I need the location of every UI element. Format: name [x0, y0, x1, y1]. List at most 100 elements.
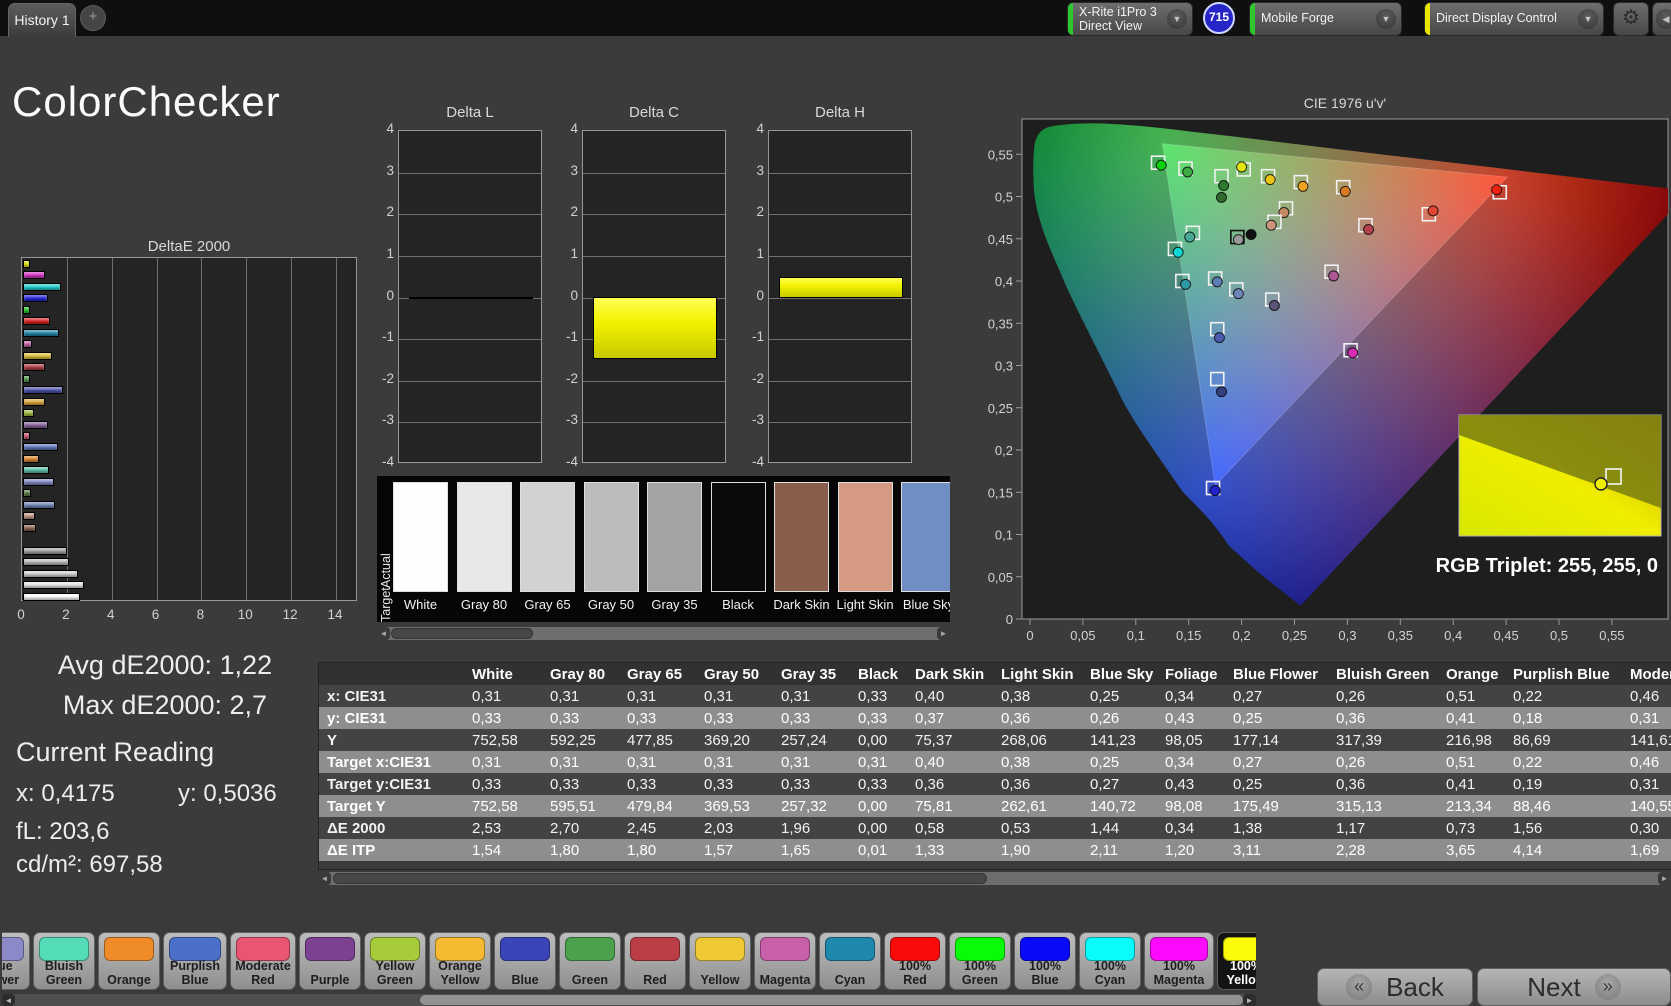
pattern-swatch — [500, 937, 550, 961]
x-tick-label: 4 — [106, 607, 115, 622]
next-button[interactable]: Next » — [1477, 968, 1671, 1006]
measurements-grid: White Gray 80 Gray 65 Gray 50 Gray 35 Black Da… — [319, 663, 1671, 861]
color-patch — [456, 482, 512, 592]
y-tick-label: 2 — [570, 204, 578, 220]
pattern-button-100-blue[interactable]: 100% Blue — [1014, 932, 1076, 990]
table-cell: 0,33 — [696, 707, 773, 729]
add-tab-button[interactable]: + — [80, 5, 106, 31]
tab-history-1[interactable]: History 1 — [8, 3, 76, 37]
delta-bar — [779, 276, 903, 298]
delta-chart-plot — [582, 130, 726, 463]
y-tick-label: -3 — [381, 412, 394, 428]
y-tick-label: -3 — [565, 412, 578, 428]
reading-x-value: x: 0,4175 — [16, 780, 115, 807]
color-patch — [647, 482, 702, 592]
pattern-button-bluish-green[interactable]: Bluish Green — [33, 932, 95, 990]
meter-dropdown[interactable]: X-Rite i1Pro 3 Direct View ▼ — [1067, 2, 1193, 36]
measured-marker — [1232, 288, 1244, 300]
current-reading-heading: Current Reading — [16, 737, 215, 767]
patch-strip-scrollbar[interactable]: ◄ ► — [377, 627, 950, 640]
collapse-toolbar-button[interactable]: ◀ — [1652, 2, 1671, 36]
pattern-button-100-yellow[interactable]: 100%Yellow — [1217, 932, 1256, 990]
pattern-button-yellow-green[interactable]: Yellow Green — [364, 932, 426, 990]
next-label: Next — [1527, 971, 1581, 1002]
pattern-button-blue-flower[interactable]: BlueFlower — [2, 932, 30, 990]
column-header: Moderate Red — [1622, 663, 1671, 685]
settings-button[interactable]: ⚙ — [1613, 2, 1649, 36]
pattern-button-100-cyan[interactable]: 100% Cyan — [1079, 932, 1141, 990]
table-cell: 0,19 — [1505, 773, 1622, 795]
scrollbar-thumb[interactable] — [391, 628, 533, 639]
pattern-swatch — [305, 937, 355, 961]
table-cell: 175,49 — [1225, 795, 1328, 817]
scroll-left-icon[interactable]: ◄ — [318, 872, 331, 885]
table-cell: 0,00 — [850, 817, 907, 839]
y-tick-label: -4 — [565, 454, 578, 469]
x-tick-label: 0,1 — [1127, 628, 1145, 643]
gridline — [769, 297, 911, 299]
y-tick-label: 0,35 — [988, 316, 1013, 331]
scroll-left-icon[interactable]: ◄ — [2, 994, 15, 1006]
pattern-bar-scrollbar[interactable]: ◄ ► — [2, 994, 1256, 1006]
measured-marker — [1268, 300, 1280, 312]
pattern-button-purple[interactable]: Purple — [299, 932, 361, 990]
gridline — [66, 258, 68, 600]
measured-marker — [1180, 278, 1192, 290]
de-bar — [23, 386, 64, 395]
table-cell: 0,18 — [1505, 707, 1622, 729]
measured-marker — [1264, 174, 1276, 186]
pattern-button-yellow[interactable]: Yellow — [689, 932, 751, 990]
table-cell: 0,31 — [773, 685, 850, 707]
display-control-dropdown[interactable]: Direct Display Control ▼ — [1424, 2, 1604, 36]
table-cell: 0,33 — [464, 707, 542, 729]
back-chevron-icon: « — [1346, 974, 1373, 1000]
de-bar — [23, 432, 30, 440]
table-cell: 0,00 — [850, 729, 907, 751]
pattern-button-magenta[interactable]: Magenta — [754, 932, 816, 990]
table-cell: 0,01 — [850, 839, 907, 861]
pattern-swatch — [1223, 937, 1256, 961]
pattern-button-100-red[interactable]: 100% Red — [884, 932, 946, 990]
gridline — [769, 255, 911, 257]
scrollbar-thumb[interactable] — [420, 995, 1243, 1005]
measured-marker — [1297, 180, 1309, 192]
pattern-button-blue[interactable]: Blue — [494, 932, 556, 990]
gridline — [583, 172, 725, 174]
pattern-button-orange[interactable]: Orange — [98, 932, 160, 990]
pattern-button-moderate-red[interactable]: Moderate Red — [230, 932, 296, 990]
gridline — [399, 422, 541, 424]
gridline — [769, 422, 911, 424]
scroll-left-icon[interactable]: ◄ — [377, 627, 390, 640]
pattern-button-purplish-blue[interactable]: Purplish Blue — [163, 932, 227, 990]
y-tick-label: 0,45 — [988, 232, 1013, 247]
table-scrollbar[interactable]: ◄ ► — [318, 872, 1671, 885]
de-bar — [23, 443, 58, 452]
pattern-button-orange-yellow[interactable]: Orange Yellow — [429, 932, 491, 990]
scrollbar-thumb[interactable] — [333, 873, 987, 884]
table-cell: 2,28 — [1328, 839, 1438, 861]
pattern-buttons: BlueFlower BluishGreen Orange PurplishBlue M… — [2, 932, 1256, 992]
pattern-button-red[interactable]: Red — [624, 932, 686, 990]
measured-marker — [1339, 185, 1351, 197]
measured-marker — [1594, 477, 1608, 491]
pattern-button-green[interactable]: Green — [559, 932, 621, 990]
table-cell: 752,58 — [464, 729, 542, 751]
reading-y-value: y: 0,5036 — [178, 780, 277, 807]
scroll-right-icon[interactable]: ► — [1658, 872, 1671, 885]
de-bar — [23, 454, 40, 463]
table-cell: 0,33 — [850, 685, 907, 707]
table-row: y: CIE31 0,33 0,33 0,33 0,33 0,33 0,33 0,37 0,36… — [319, 707, 1671, 729]
table-cell: 140,72 — [1082, 795, 1157, 817]
x-tick-label: 0,55 — [1599, 628, 1624, 643]
scroll-right-icon[interactable]: ► — [1243, 994, 1256, 1006]
table-cell: 268,06 — [993, 729, 1082, 751]
scroll-right-icon[interactable]: ► — [937, 627, 950, 640]
back-button[interactable]: « Back — [1317, 968, 1473, 1006]
pattern-button-100-magenta[interactable]: 100% Magenta — [1144, 932, 1214, 990]
delta-chart-plot — [398, 130, 542, 463]
pattern-button-cyan[interactable]: Cyan — [819, 932, 881, 990]
meter-name: X-Rite i1Pro 3 — [1079, 5, 1157, 19]
pattern-button-100-green[interactable]: 100% Green — [949, 932, 1011, 990]
table-cell: 1,80 — [542, 839, 619, 861]
pattern-source-dropdown[interactable]: Mobile Forge ▼ — [1249, 2, 1402, 36]
